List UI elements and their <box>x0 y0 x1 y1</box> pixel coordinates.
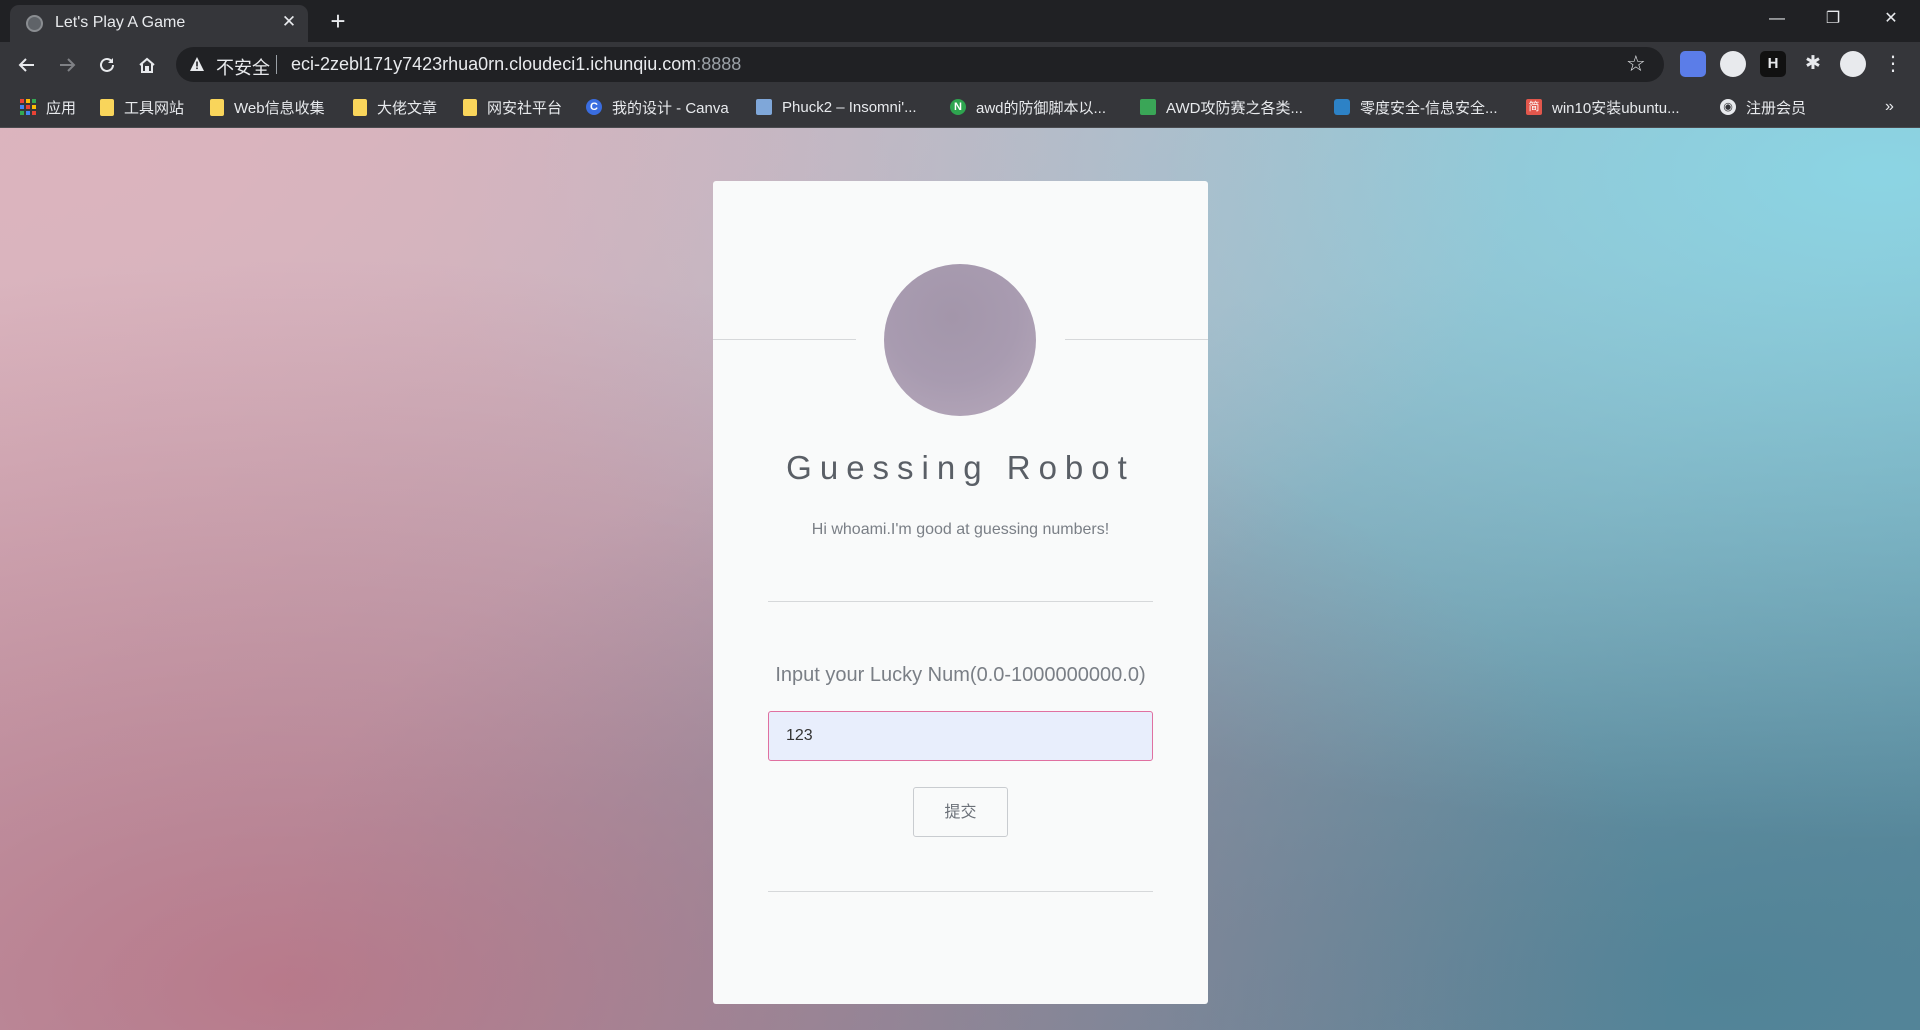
folder-icon <box>100 98 114 116</box>
bookmark-folder[interactable]: 工具网站 <box>100 96 184 118</box>
lucky-number-input[interactable] <box>768 711 1153 761</box>
bookmark-awd[interactable]: AWD攻防赛之各类... <box>1140 96 1303 118</box>
bookmark-phuck[interactable]: Phuck2 – Insomni'... <box>756 96 917 118</box>
n-green-icon: N <box>950 99 966 115</box>
extension-fox-icon[interactable] <box>1720 51 1746 77</box>
warning-icon <box>190 57 204 71</box>
forward-icon[interactable] <box>52 50 82 80</box>
browser-toolbar: 不安全 eci-2zebl171y7423rhua0rn.cloudeci1.i… <box>0 42 1920 87</box>
divider <box>713 339 856 340</box>
new-tab-button[interactable]: + <box>324 8 352 36</box>
jian-icon: 简 <box>1526 99 1542 115</box>
bookmark-win10[interactable]: 简 win10安装ubuntu... <box>1526 96 1680 118</box>
bookmark-label: 注册会员 <box>1746 99 1807 117</box>
bookmark-label: 网安社平台 <box>487 99 563 117</box>
extension-h-icon[interactable]: H <box>1760 51 1786 77</box>
tab-strip: Let's Play A Game ✕ + — ❐ ✕ <box>0 0 1920 42</box>
bookmark-apps[interactable]: 应用 <box>20 96 76 118</box>
close-tab-icon[interactable]: ✕ <box>278 11 300 33</box>
reload-icon[interactable] <box>92 50 122 80</box>
zero-security-icon <box>1334 99 1350 115</box>
bookmark-label: Web信息收集 <box>234 99 325 117</box>
input-prompt: Input your Lucky Num(0.0-1000000000.0) <box>775 664 1146 686</box>
apps-icon <box>20 99 36 115</box>
browser-tab[interactable]: Let's Play A Game ✕ <box>10 5 308 42</box>
puzzle-icon[interactable]: ✱ <box>1800 51 1826 77</box>
green-bar-icon <box>1140 99 1156 115</box>
folder-icon <box>353 98 367 116</box>
subtitle: Hi whoami.I'm good at guessing numbers! <box>811 521 1110 538</box>
bookmark-label: Phuck2 – Insomni'... <box>782 98 917 116</box>
bookmarks-bar: 应用 工具网站 Web信息收集 大佬文章 网安社平台 C 我的设计 - Canv… <box>0 87 1920 128</box>
tab-title: Let's Play A Game <box>55 14 186 31</box>
globe-icon <box>26 15 43 32</box>
folder-icon <box>210 98 224 116</box>
url-port: :8888 <box>696 54 742 74</box>
bookmark-awd-script[interactable]: N awd的防御脚本以... <box>950 96 1106 118</box>
menu-icon[interactable]: ⋮ <box>1880 51 1906 77</box>
home-icon[interactable] <box>132 50 162 80</box>
bookmark-label: 我的设计 - Canva <box>612 99 729 117</box>
restore-button[interactable]: ❐ <box>1810 4 1856 34</box>
divider <box>768 601 1153 602</box>
page-background: Guessing Robot Hi whoami.I'm good at gue… <box>0 128 1920 1030</box>
bookmark-folder[interactable]: Web信息收集 <box>210 96 325 118</box>
divider <box>1065 339 1208 340</box>
back-icon[interactable] <box>12 50 42 80</box>
bookmark-label: awd的防御脚本以... <box>976 99 1107 117</box>
separator <box>276 55 277 74</box>
bookmark-zero-security[interactable]: 零度安全-信息安全... <box>1334 96 1498 118</box>
address-bar[interactable]: 不安全 eci-2zebl171y7423rhua0rn.cloudeci1.i… <box>176 47 1664 82</box>
bookmark-folder[interactable]: 网安社平台 <box>463 96 562 118</box>
bookmark-label: 应用 <box>46 99 77 117</box>
bookmark-folder[interactable]: 大佬文章 <box>353 96 437 118</box>
minimize-button[interactable]: — <box>1754 4 1800 34</box>
submit-button[interactable]: 提交 <box>913 787 1008 837</box>
bookmark-star-icon[interactable]: ☆ <box>1626 52 1646 76</box>
bookmark-label: 工具网站 <box>124 99 185 117</box>
game-card: Guessing Robot Hi whoami.I'm good at gue… <box>713 181 1208 1004</box>
url-host: eci-2zebl171y7423rhua0rn.cloudeci1.ichun… <box>291 54 697 74</box>
folder-icon <box>463 98 477 116</box>
url-text[interactable]: eci-2zebl171y7423rhua0rn.cloudeci1.ichun… <box>291 54 741 75</box>
page-title: Guessing Robot <box>786 449 1135 486</box>
bookmark-label: win10安装ubuntu... <box>1552 99 1680 117</box>
bookmark-label: 零度安全-信息安全... <box>1360 99 1498 117</box>
security-label[interactable]: 不安全 <box>216 54 270 80</box>
bookmark-label: AWD攻防赛之各类... <box>1166 99 1303 117</box>
extension-blue-icon[interactable] <box>1680 51 1706 77</box>
avatar <box>884 264 1036 416</box>
canva-icon: C <box>586 99 602 115</box>
page-icon <box>756 99 772 115</box>
bookmark-label: 大佬文章 <box>377 99 438 117</box>
bookmarks-overflow-button[interactable]: » <box>1885 96 1894 118</box>
divider <box>768 891 1153 892</box>
close-window-button[interactable]: ✕ <box>1868 4 1914 34</box>
globe-icon: ◉ <box>1720 99 1736 115</box>
bookmark-canva[interactable]: C 我的设计 - Canva <box>586 96 729 118</box>
bookmark-register[interactable]: ◉ 注册会员 <box>1720 96 1806 118</box>
profile-icon[interactable] <box>1840 51 1866 77</box>
